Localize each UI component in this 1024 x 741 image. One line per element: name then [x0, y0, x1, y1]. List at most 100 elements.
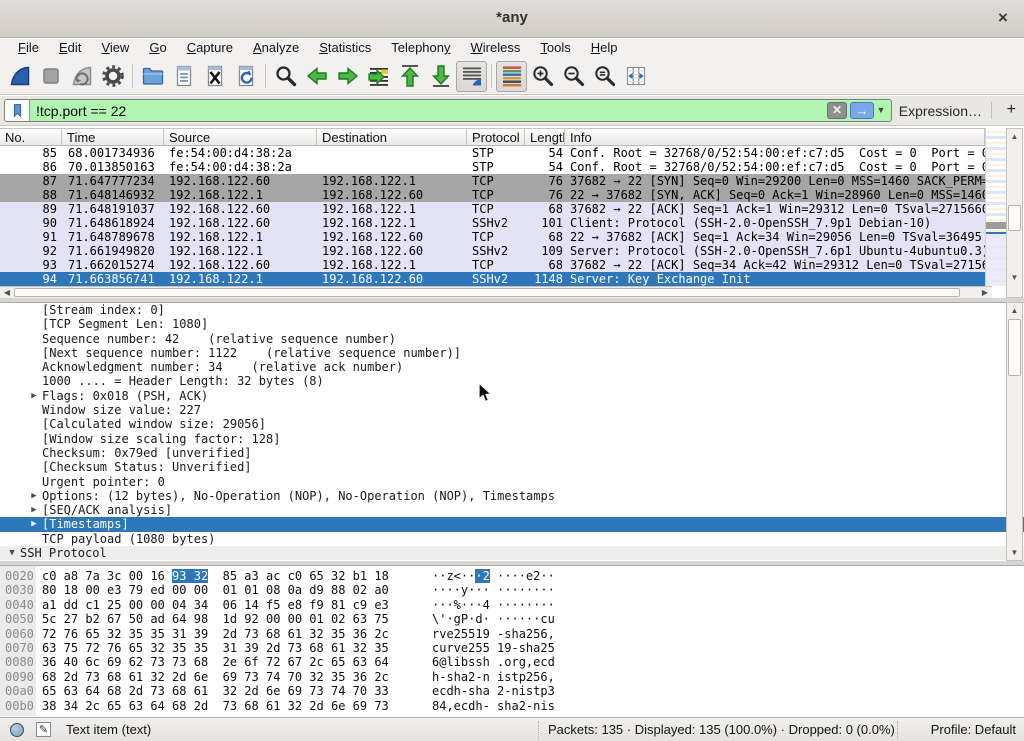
- menu-analyze[interactable]: Analyze: [243, 39, 309, 58]
- zoom-out-button[interactable]: [558, 61, 589, 92]
- hex-row[interactable]: 00a065 63 64 68 2d 73 68 61 32 2d 6e 69 …: [0, 684, 1024, 698]
- filter-clear-button[interactable]: ✕: [827, 102, 847, 119]
- hex-bytes[interactable]: 5c 27 b2 67 50 ad 64 98 1d 92 00 00 01 0…: [42, 612, 389, 626]
- menu-capture[interactable]: Capture: [177, 39, 243, 58]
- detail-line[interactable]: Checksum: 0x79ed [unverified]: [0, 446, 1024, 460]
- hex-bytes[interactable]: c0 a8 7a 3c 00 16 93 32 85 a3 ac c0 65 3…: [42, 569, 389, 583]
- go-forward-button[interactable]: [332, 61, 363, 92]
- detail-line[interactable]: Sequence number: 42 (relative sequence n…: [0, 332, 1024, 346]
- go-back-button[interactable]: [301, 61, 332, 92]
- ascii-bytes[interactable]: curve255 19-sha25: [432, 641, 555, 655]
- column-header-time[interactable]: Time: [62, 129, 164, 145]
- detail-line[interactable]: [Window size scaling factor: 128]: [0, 432, 1024, 446]
- filter-dropdown-button[interactable]: ▼: [874, 102, 888, 119]
- hex-row[interactable]: 009068 2d 73 68 61 32 2d 6e 69 73 74 70 …: [0, 670, 1024, 684]
- close-window-button[interactable]: ×: [992, 7, 1014, 29]
- reload-file-button[interactable]: [230, 61, 261, 92]
- detail-line[interactable]: ▼SSH Protocol: [0, 546, 1024, 560]
- packet-row[interactable]: 9171.648789678192.168.122.1192.168.122.6…: [0, 230, 985, 244]
- menu-wireless[interactable]: Wireless: [461, 39, 531, 58]
- column-header-protocol[interactable]: Protocol: [467, 129, 525, 145]
- packet-list-vscrollbar[interactable]: ▲ ▼: [1006, 128, 1023, 298]
- detail-line[interactable]: [Stream index: 0]: [0, 303, 1024, 317]
- ascii-bytes[interactable]: ··z<···2 ····e2··: [432, 569, 555, 583]
- detail-line[interactable]: TCP payload (1080 bytes): [0, 532, 1024, 546]
- ascii-bytes[interactable]: \'·gP·d· ······cu: [432, 612, 555, 626]
- hex-row[interactable]: 00505c 27 b2 67 50 ad 64 98 1d 92 00 00 …: [0, 612, 1024, 626]
- menu-help[interactable]: Help: [581, 39, 628, 58]
- restart-capture-button[interactable]: [66, 61, 97, 92]
- column-header-no[interactable]: No.: [0, 129, 62, 145]
- scrollbar-thumb[interactable]: [14, 288, 960, 297]
- packet-list-hscrollbar[interactable]: ◀ ▶: [0, 286, 992, 298]
- filter-apply-button[interactable]: →: [850, 102, 874, 119]
- scroll-up-icon[interactable]: ▲: [1007, 303, 1022, 318]
- packet-row[interactable]: 8871.648146932192.168.122.1192.168.122.6…: [0, 188, 985, 202]
- packet-row[interactable]: 9471.663856741192.168.122.1192.168.122.6…: [0, 272, 985, 286]
- expander-right-icon[interactable]: ▶: [26, 389, 42, 403]
- display-filter-field[interactable]: !tcp.port == 22 ✕ → ▼: [4, 99, 892, 122]
- status-profile[interactable]: Profile: Default: [931, 722, 1016, 737]
- menu-telephony[interactable]: Telephony: [381, 39, 460, 58]
- auto-scroll-button[interactable]: [456, 61, 487, 92]
- column-header-length[interactable]: Length: [525, 129, 565, 145]
- ascii-bytes[interactable]: rve25519 -sha256,: [432, 627, 555, 641]
- expander-right-icon[interactable]: ▶: [26, 489, 42, 503]
- menu-view[interactable]: View: [91, 39, 139, 58]
- menu-tools[interactable]: Tools: [530, 39, 580, 58]
- detail-line[interactable]: ▶Options: (12 bytes), No-Operation (NOP)…: [0, 489, 1024, 503]
- open-file-button[interactable]: [137, 61, 168, 92]
- go-to-packet-button[interactable]: [363, 61, 394, 92]
- hex-row[interactable]: 00b038 34 2c 65 63 64 68 2d 73 68 61 32 …: [0, 699, 1024, 713]
- ascii-bytes[interactable]: ···%···4 ········: [432, 598, 555, 612]
- start-capture-button[interactable]: [4, 61, 35, 92]
- detail-line[interactable]: Urgent pointer: 0: [0, 475, 1024, 489]
- expander-right-icon[interactable]: ▶: [26, 503, 42, 517]
- scroll-down-icon[interactable]: ▼: [1007, 270, 1022, 285]
- colorize-packets-button[interactable]: [496, 61, 527, 92]
- scrollbar-thumb[interactable]: [1008, 319, 1021, 376]
- column-header-destination[interactable]: Destination: [317, 129, 467, 145]
- expander-down-icon[interactable]: ▼: [4, 546, 20, 560]
- ascii-bytes[interactable]: ecdh-sha 2-nistp3: [432, 684, 555, 698]
- ascii-bytes[interactable]: 84,ecdh- sha2-nis: [432, 699, 555, 713]
- detail-line[interactable]: ▶Flags: 0x018 (PSH, ACK): [0, 389, 1024, 403]
- menu-file[interactable]: File: [8, 39, 49, 58]
- stop-capture-button[interactable]: [35, 61, 66, 92]
- detail-line[interactable]: Acknowledgment number: 34 (relative ack …: [0, 360, 1024, 374]
- go-first-packet-button[interactable]: [394, 61, 425, 92]
- column-header-info[interactable]: Info: [565, 129, 985, 145]
- capture-options-button[interactable]: [97, 61, 128, 92]
- hex-bytes[interactable]: 38 34 2c 65 63 64 68 2d 73 68 61 32 2d 6…: [42, 699, 389, 713]
- menu-statistics[interactable]: Statistics: [309, 39, 381, 58]
- hex-bytes[interactable]: 36 40 6c 69 62 73 73 68 2e 6f 72 67 2c 6…: [42, 655, 389, 669]
- scroll-down-icon[interactable]: ▼: [1007, 545, 1022, 560]
- detail-line[interactable]: [Next sequence number: 1122 (relative se…: [0, 346, 1024, 360]
- detail-line[interactable]: Window size value: 227: [0, 403, 1024, 417]
- expander-right-icon[interactable]: ▶: [26, 517, 42, 531]
- filter-bookmark-button[interactable]: [5, 100, 30, 121]
- hex-bytes[interactable]: 72 76 65 32 35 35 31 39 2d 73 68 61 32 3…: [42, 627, 389, 641]
- hex-row[interactable]: 0040a1 dd c1 25 00 00 04 34 06 14 f5 e8 …: [0, 598, 1024, 612]
- hex-bytes[interactable]: a1 dd c1 25 00 00 04 34 06 14 f5 e8 f9 8…: [42, 598, 389, 612]
- packet-row[interactable]: 8670.013850163fe:54:00:d4:38:2aSTP54Conf…: [0, 160, 985, 174]
- hex-row[interactable]: 003080 18 00 e3 79 ed 00 00 01 01 08 0a …: [0, 583, 1024, 597]
- resize-columns-button[interactable]: [620, 61, 651, 92]
- zoom-in-button[interactable]: [527, 61, 558, 92]
- filter-input[interactable]: !tcp.port == 22: [30, 103, 827, 119]
- ascii-bytes[interactable]: ····y··· ········: [432, 583, 555, 597]
- hex-row[interactable]: 007063 75 72 76 65 32 35 35 31 39 2d 73 …: [0, 641, 1024, 655]
- scrollbar-thumb[interactable]: [1008, 205, 1021, 231]
- hex-row[interactable]: 008036 40 6c 69 62 73 73 68 2e 6f 72 67 …: [0, 655, 1024, 669]
- packet-row[interactable]: 9071.648618924192.168.122.60192.168.122.…: [0, 216, 985, 230]
- ascii-bytes[interactable]: h-sha2-n istp256,: [432, 670, 555, 684]
- go-last-packet-button[interactable]: [425, 61, 456, 92]
- ascii-bytes[interactable]: 6@libssh .org,ecd: [432, 655, 555, 669]
- packet-row[interactable]: 9271.661949820192.168.122.1192.168.122.6…: [0, 244, 985, 258]
- detail-line[interactable]: ▶[Timestamps]: [0, 517, 1024, 531]
- intelligent-scrollbar-minimap[interactable]: [985, 128, 1006, 286]
- detail-line[interactable]: ▶[SEQ/ACK analysis]: [0, 503, 1024, 517]
- add-filter-button[interactable]: +: [1007, 101, 1016, 119]
- hex-bytes[interactable]: 80 18 00 e3 79 ed 00 00 01 01 08 0a d9 8…: [42, 583, 389, 597]
- hex-row[interactable]: 006072 76 65 32 35 35 31 39 2d 73 68 61 …: [0, 627, 1024, 641]
